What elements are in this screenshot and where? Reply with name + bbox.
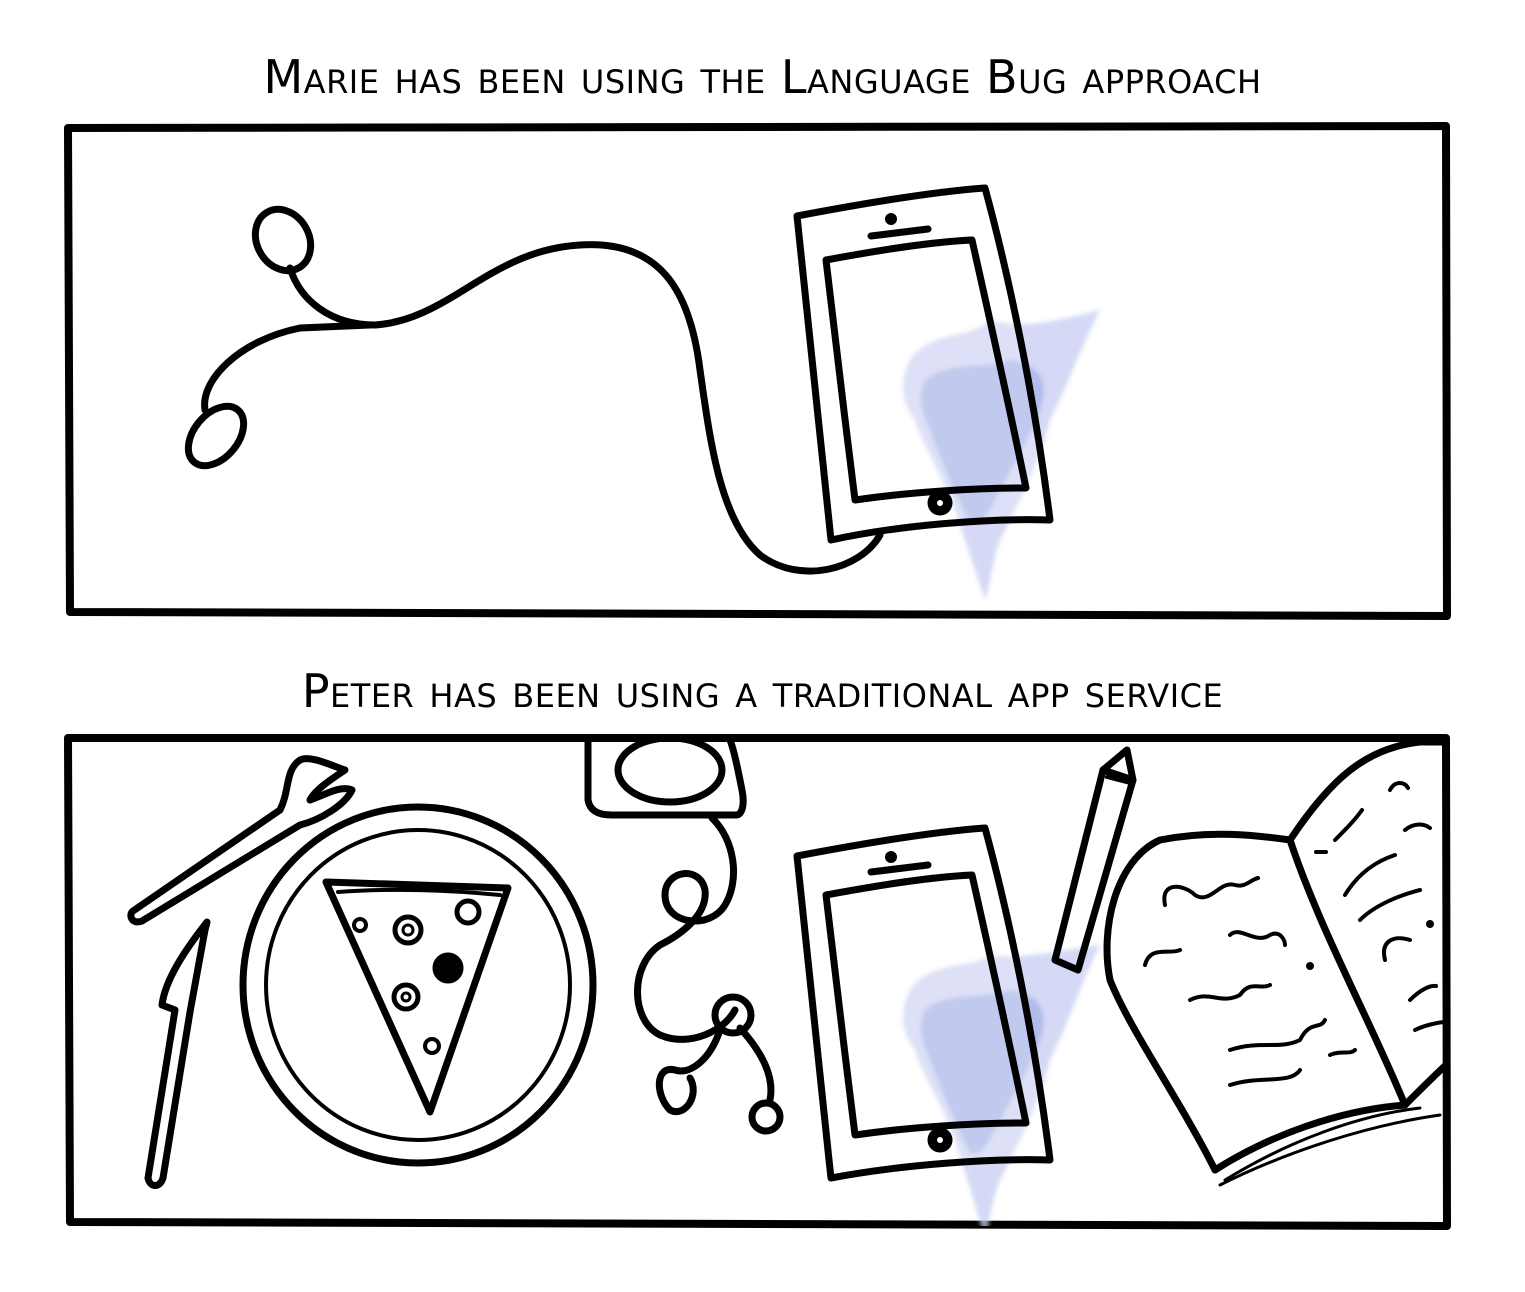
plate-icon [239, 803, 597, 1167]
knife-icon [144, 918, 211, 1189]
pizza-slice-icon [322, 878, 512, 1116]
earphones-icon [584, 736, 784, 1135]
open-book-icon [1103, 738, 1448, 1187]
panel-2 [64, 734, 1451, 1230]
tablet-icon [793, 824, 1054, 1182]
pencil-icon [1051, 746, 1137, 974]
